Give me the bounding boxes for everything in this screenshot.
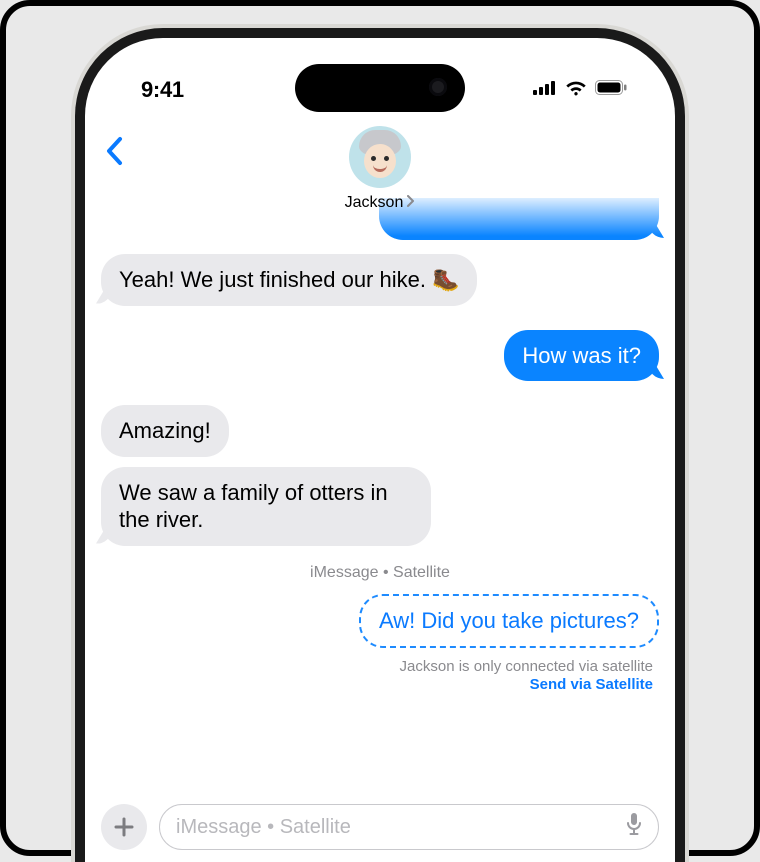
device-frame-card: 9:41: [0, 0, 760, 856]
phone-side-button: [72, 326, 78, 400]
plus-icon: [113, 816, 135, 838]
message-pending-satellite[interactable]: Aw! Did you take pictures?: [359, 594, 659, 648]
cellular-icon: [533, 81, 557, 100]
battery-icon: [595, 80, 627, 100]
message-received[interactable]: We saw a family of otters in the river.: [101, 467, 431, 546]
message-input[interactable]: iMessage • Satellite: [159, 804, 659, 850]
contact-name: Jackson: [345, 194, 404, 212]
send-via-satellite-link[interactable]: Send via Satellite: [101, 676, 659, 693]
back-button[interactable]: [105, 136, 125, 171]
delivery-status-label: iMessage • Satellite: [101, 564, 659, 582]
phone-side-button: [72, 412, 78, 486]
contact-avatar: [349, 126, 411, 188]
message-received[interactable]: Amazing!: [101, 405, 229, 457]
phone-side-button: [682, 342, 688, 458]
chevron-right-icon: [407, 194, 415, 212]
satellite-connection-note: Jackson is only connected via satellite: [101, 658, 659, 675]
contact-button[interactable]: Jackson: [345, 126, 416, 212]
dynamic-island: [295, 64, 465, 112]
attachments-button[interactable]: [101, 804, 147, 850]
dictation-button[interactable]: [626, 812, 642, 842]
messages-thread[interactable]: Yeah! We just finished our hike. 🥾 How w…: [85, 198, 675, 792]
wifi-icon: [565, 80, 587, 101]
compose-bar: iMessage • Satellite: [101, 804, 659, 850]
microphone-icon: [626, 812, 642, 836]
iphone-screen: 9:41: [85, 38, 675, 862]
message-sent[interactable]: How was it?: [504, 330, 659, 382]
message-received[interactable]: Yeah! We just finished our hike. 🥾: [101, 254, 477, 306]
conversation-header: Jackson: [85, 126, 675, 236]
phone-side-button: [72, 266, 78, 306]
message-input-placeholder: iMessage • Satellite: [176, 816, 351, 839]
status-time: 9:41: [141, 77, 184, 103]
